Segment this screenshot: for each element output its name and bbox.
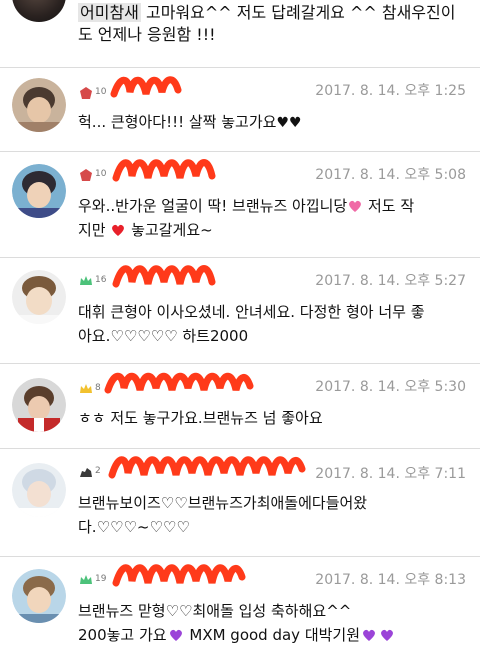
comment-text-line2: 200놓고 가요 bbox=[78, 626, 167, 644]
comment-item: 2 2017. 8. 14. 오후 7:11 브랜뉴보이즈♡♡브랜뉴즈가최애돌에… bbox=[0, 449, 480, 553]
redaction-scribble bbox=[112, 564, 246, 587]
level-badge: 10 bbox=[95, 169, 107, 179]
level-badge: 16 bbox=[95, 275, 107, 285]
comment-item-partial: 어미참새 고마워요^^ 저도 답례갈게요 ^^ 참새우진이 도 언제나 응원함 … bbox=[0, 0, 480, 66]
redaction-scribble bbox=[112, 159, 216, 182]
purple-heart-icon bbox=[381, 629, 393, 641]
comment-text-line2: 다.♡♡♡~♡♡♡ bbox=[78, 518, 190, 536]
rock-badge-icon bbox=[80, 468, 92, 477]
comment-text: 브랜뉴보이즈♡♡브랜뉴즈가최애돌에다들어왔 다.♡♡♡~♡♡♡ bbox=[78, 491, 470, 539]
avatar[interactable] bbox=[12, 378, 66, 432]
comment-text-line1-tail: 저도 작 bbox=[363, 197, 415, 215]
timestamp: 2017. 8. 14. 오후 5:30 bbox=[315, 379, 466, 395]
timestamp: 2017. 8. 14. 오후 7:11 bbox=[315, 466, 466, 482]
avatar[interactable] bbox=[12, 569, 66, 623]
comment-text-line1: 우와..반가운 얼굴이 딱! 브랜뉴즈 아낍니당 bbox=[78, 197, 348, 215]
avatar[interactable] bbox=[12, 463, 66, 517]
crown-badge-icon bbox=[80, 384, 92, 393]
comment-item: 10 2017. 8. 14. 오후 5:08 우와..반가운 얼굴이 딱! 브… bbox=[0, 152, 480, 256]
comment-text-line2: 아요.♡♡♡♡♡ 하트2000 bbox=[78, 327, 249, 345]
redaction-scribble bbox=[112, 265, 216, 288]
sparkling-heart-icon bbox=[349, 200, 362, 212]
comment-text: ㅎㅎ 저도 놓구가요.브랜뉴즈 넘 좋아요 bbox=[78, 406, 470, 430]
level-badge: 8 bbox=[95, 383, 101, 393]
level-badge: 19 bbox=[95, 574, 107, 584]
comment-text: 우와..반가운 얼굴이 딱! 브랜뉴즈 아낍니당 저도 작 지만 놓고갈게요~ bbox=[78, 194, 470, 242]
redaction-scribble bbox=[110, 76, 182, 98]
gem-badge-icon bbox=[80, 169, 92, 181]
comment-text: 어미참새 고마워요^^ 저도 답례갈게요 ^^ 참새우진이 도 언제나 응원함 … bbox=[78, 2, 468, 46]
comment-text-line1: 고마워요^^ 저도 답례갈게요 ^^ 참새우진이 bbox=[140, 3, 456, 22]
avatar[interactable] bbox=[12, 0, 66, 22]
comment-text-line2-tail: 놓고갈게요~ bbox=[126, 221, 213, 239]
avatar[interactable] bbox=[12, 164, 66, 218]
avatar[interactable] bbox=[12, 78, 66, 132]
comment-text-line1: 브랜뉴즈 맏형♡♡최애돌 입성 축하해요^^ bbox=[78, 602, 352, 620]
comment-text-line1: ㅎㅎ 저도 놓구가요.브랜뉴즈 넘 좋아요 bbox=[78, 409, 323, 427]
timestamp: 2017. 8. 14. 오후 5:27 bbox=[315, 273, 466, 289]
comment-item: 19 2017. 8. 14. 오후 8:13 브랜뉴즈 맏형♡♡최애돌 입성 … bbox=[0, 557, 480, 665]
comment-item: 16 2017. 8. 14. 오후 5:27 대휘 큰형아 이사오셨네. 안녀… bbox=[0, 258, 480, 362]
heart-icons: ♥♥ bbox=[276, 115, 302, 131]
level-badge: 10 bbox=[95, 87, 107, 97]
avatar[interactable] bbox=[12, 270, 66, 324]
crown-badge-icon bbox=[80, 276, 92, 285]
level-badge: 2 bbox=[95, 466, 101, 476]
comment-text-line1: 브랜뉴보이즈♡♡브랜뉴즈가최애돌에다들어왔 bbox=[78, 494, 368, 512]
redaction-scribble bbox=[108, 456, 306, 479]
timestamp: 2017. 8. 14. 오후 5:08 bbox=[315, 167, 466, 183]
red-heart-icon bbox=[112, 224, 125, 236]
gem-badge-icon bbox=[80, 87, 92, 99]
purple-heart-icon bbox=[363, 629, 375, 641]
comment-text: 대휘 큰형아 이사오셨네. 안녀세요. 다정한 형아 너무 좋 아요.♡♡♡♡♡… bbox=[78, 300, 470, 348]
comment-text: 헉... 큰형아다!!! 살짝 놓고가요♥♥ bbox=[78, 110, 470, 135]
crown-badge-icon bbox=[80, 575, 92, 584]
comment-text: 브랜뉴즈 맏형♡♡최애돌 입성 축하해요^^ 200놓고 가요 MXM good… bbox=[78, 599, 470, 647]
mention-highlight[interactable]: 어미참새 bbox=[78, 3, 141, 22]
comment-text-line1: 대휘 큰형아 이사오셨네. 안녀세요. 다정한 형아 너무 좋 bbox=[78, 303, 425, 321]
redaction-scribble bbox=[104, 372, 254, 394]
timestamp: 2017. 8. 14. 오후 8:13 bbox=[315, 572, 466, 588]
comment-text-line2-tail: MXM good day 대박기원 bbox=[184, 626, 361, 644]
comment-text-line2: 도 언제나 응원함 !!! bbox=[78, 25, 216, 44]
purple-heart-icon bbox=[169, 629, 182, 641]
comment-item: 10 2017. 8. 14. 오후 1:25 헉... 큰형아다!!! 살짝 … bbox=[0, 68, 480, 151]
timestamp: 2017. 8. 14. 오후 1:25 bbox=[315, 83, 466, 99]
comment-text-line1: 헉... 큰형아다!!! 살짝 놓고가요 bbox=[78, 113, 277, 131]
comment-text-line2: 지만 bbox=[78, 221, 111, 239]
comment-item: 8 2017. 8. 14. 오후 5:30 ㅎㅎ 저도 놓구가요.브랜뉴즈 넘… bbox=[0, 364, 480, 446]
